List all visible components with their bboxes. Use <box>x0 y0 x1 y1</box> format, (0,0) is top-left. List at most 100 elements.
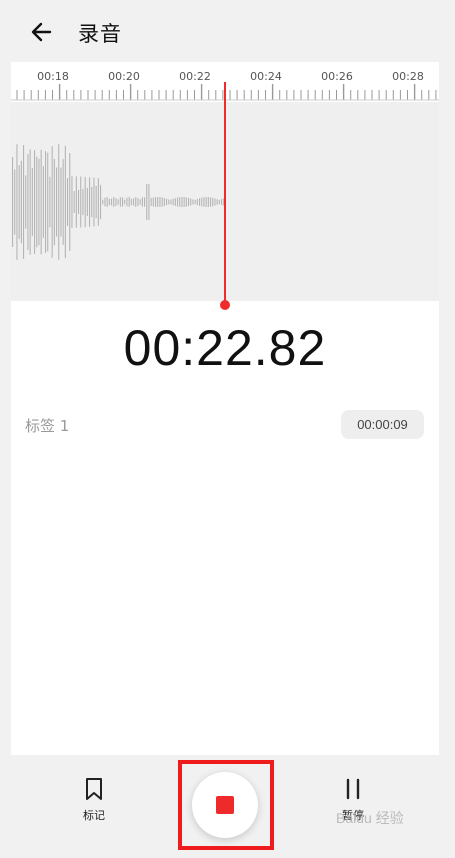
waveform-bar <box>207 197 209 207</box>
waveform-bar <box>111 198 113 206</box>
waveform-bar <box>38 158 40 246</box>
waveform-bar <box>108 198 110 206</box>
waveform-bar <box>73 191 75 213</box>
app-header: 录音 <box>0 0 455 62</box>
waveform-bar <box>122 197 124 207</box>
waveform-bar <box>27 154 29 250</box>
waveform-bar <box>174 198 176 206</box>
waveform-bar <box>34 150 36 254</box>
waveform-bar <box>190 198 192 206</box>
watermark: Baidu 经验 <box>336 810 404 826</box>
waveform-bar <box>84 176 86 228</box>
waveform-bar <box>106 197 108 207</box>
waveform-bar <box>49 176 51 228</box>
waveform-bar <box>29 149 31 255</box>
waveform-bar <box>159 197 161 207</box>
waveform-bar <box>172 198 174 206</box>
waveform-bar <box>137 197 139 207</box>
waveform-bar <box>40 149 42 255</box>
waveform-bar <box>80 176 82 228</box>
waveform-bar <box>25 175 27 229</box>
waveform-bar <box>205 197 207 207</box>
waveform-bar <box>221 199 223 205</box>
mark-label: 标记 <box>83 809 105 822</box>
waveform-bar <box>144 197 146 207</box>
waveform-bar <box>12 157 14 247</box>
waveform-bar <box>183 197 185 207</box>
waveform-bar <box>82 188 84 216</box>
waveform-bar <box>170 199 172 205</box>
recording-panel: 00:22.82 标签 1 00:00:09 <box>11 301 439 755</box>
waveform-bar <box>148 184 150 220</box>
tag-time-badge[interactable]: 00:00:09 <box>341 410 424 439</box>
waveform-bar <box>53 158 55 246</box>
playhead-handle[interactable] <box>220 300 230 310</box>
waveform-bar <box>51 146 53 258</box>
waveform-bar <box>133 198 135 206</box>
waveform-bar <box>203 197 205 207</box>
waveform-bar <box>201 197 203 207</box>
mark-button[interactable]: 标记 <box>64 777 124 823</box>
annotation-highlight-box <box>178 760 274 850</box>
waveform-bar <box>97 178 99 226</box>
waveform-bar <box>141 197 143 207</box>
waveform-bar <box>210 197 212 207</box>
pause-icon <box>346 778 360 800</box>
playhead-line <box>224 82 226 304</box>
waveform-bar <box>218 199 220 205</box>
arrow-left-icon <box>31 22 52 42</box>
waveform-bar <box>119 197 121 207</box>
waveform-bar <box>104 197 106 207</box>
waveform-bar <box>16 144 18 260</box>
waveform-bar <box>75 176 77 228</box>
waveform-bar <box>139 199 141 205</box>
waveform-bar <box>62 159 64 245</box>
waveform-bar <box>102 199 104 205</box>
waveform-bar <box>185 197 187 207</box>
waveform-bar <box>45 151 47 253</box>
waveform-bar <box>168 199 170 205</box>
waveform-bar <box>42 166 44 238</box>
waveform-bar <box>216 199 218 205</box>
waveform-bar <box>60 167 62 237</box>
waveform-bar <box>14 169 16 235</box>
waveform-bar <box>93 177 95 227</box>
waveform-bar <box>36 156 38 248</box>
waveform-bar <box>56 167 58 237</box>
waveform-bar <box>113 197 115 207</box>
waveform-bar <box>126 197 128 207</box>
waveform-bar <box>86 187 88 217</box>
tag-label[interactable]: 标签 1 <box>25 415 69 436</box>
waveform-bar <box>150 197 152 207</box>
waveform-bar <box>157 197 159 207</box>
waveform-bar <box>196 198 198 206</box>
waveform-bar <box>100 184 102 220</box>
bookmark-icon <box>86 778 102 800</box>
waveform-bar <box>152 197 154 207</box>
waveform-bar <box>71 176 73 228</box>
back-button[interactable] <box>26 16 58 48</box>
waveform-bar <box>161 197 163 207</box>
waveform-bar <box>23 145 25 259</box>
waveform-bar <box>194 199 196 205</box>
waveform-bar <box>78 190 80 214</box>
page-title: 录音 <box>78 22 122 46</box>
waveform-bar <box>214 198 216 206</box>
waveform-bar <box>146 184 148 220</box>
waveform-bar <box>163 198 165 206</box>
waveform-bar <box>117 199 119 205</box>
waveform-bar <box>95 185 97 219</box>
waveform-bar <box>89 177 91 227</box>
waveform-bar <box>124 199 126 205</box>
waveform-bar <box>18 165 20 239</box>
waveform-bar <box>181 197 183 207</box>
waveform-bar <box>155 197 157 207</box>
waveform-bar <box>31 167 33 237</box>
waveform-bar <box>130 198 132 206</box>
waveform-bar <box>135 197 137 207</box>
waveform-bar <box>188 197 190 207</box>
elapsed-timer: 00:22.82 <box>123 320 327 376</box>
waveform-bar <box>166 198 168 206</box>
waveform-bar <box>91 186 93 218</box>
waveform-bar <box>192 199 194 205</box>
